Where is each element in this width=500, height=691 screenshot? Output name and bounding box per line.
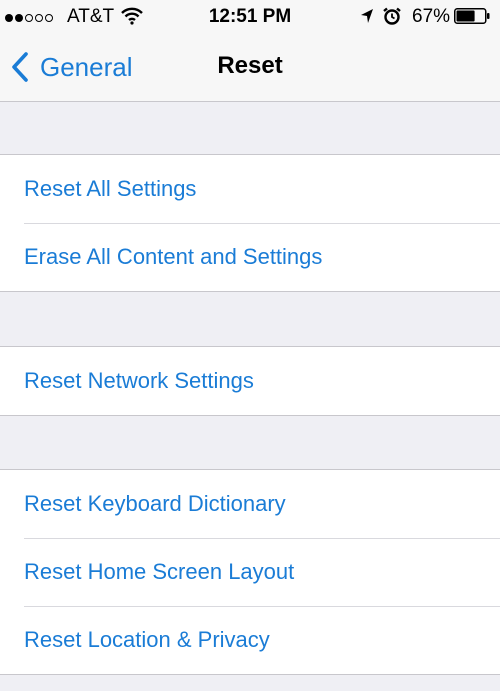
row-label: Reset Location & Privacy	[24, 627, 270, 652]
reset-group-3: Reset Keyboard Dictionary Reset Home Scr…	[0, 469, 500, 675]
battery-percentage: 67%	[412, 6, 451, 27]
reset-home-screen-layout-row[interactable]: Reset Home Screen Layout	[0, 538, 500, 606]
row-label: Reset Network Settings	[24, 368, 254, 393]
page-title: Reset	[217, 52, 283, 79]
row-label: Reset Keyboard Dictionary	[24, 491, 286, 516]
reset-all-settings-row[interactable]: Reset All Settings	[0, 155, 500, 223]
reset-group-2: Reset Network Settings	[0, 346, 500, 416]
row-label: Reset All Settings	[24, 176, 197, 201]
reset-group-1: Reset All Settings Erase All Content and…	[0, 154, 500, 292]
top-bars: AT&T 12:51 PM 67% General Reset	[0, 0, 500, 102]
erase-all-content-row[interactable]: Erase All Content and Settings	[0, 223, 500, 291]
reset-keyboard-dictionary-row[interactable]: Reset Keyboard Dictionary	[0, 470, 500, 538]
reset-network-settings-row[interactable]: Reset Network Settings	[0, 347, 500, 415]
location-arrow-icon	[361, 9, 373, 23]
navigation-bar: General Reset	[0, 34, 500, 101]
reset-location-privacy-row[interactable]: Reset Location & Privacy	[0, 606, 500, 674]
battery-icon	[454, 8, 490, 24]
row-label: Reset Home Screen Layout	[24, 559, 295, 584]
alarm-clock-icon	[383, 7, 401, 25]
status-bar: AT&T 12:51 PM 67%	[0, 0, 500, 34]
row-label: Erase All Content and Settings	[24, 244, 323, 269]
battery-fill	[456, 10, 475, 22]
